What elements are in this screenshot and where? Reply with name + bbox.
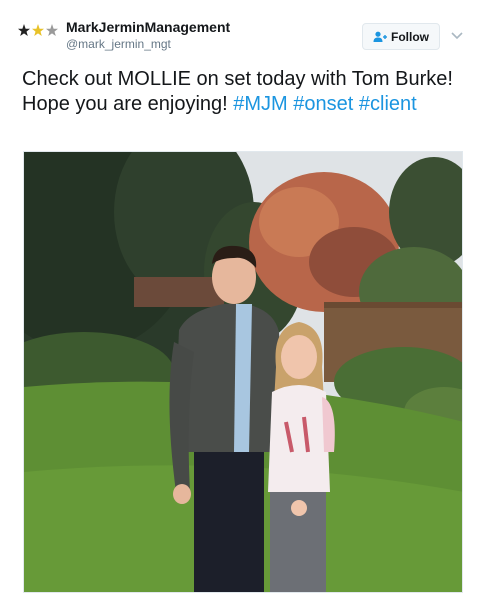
account-display-name[interactable]: MarkJerminManagement bbox=[66, 19, 230, 35]
garden-photo-illustration bbox=[24, 152, 462, 592]
account-handle[interactable]: @mark_jermin_mgt bbox=[66, 37, 171, 51]
three-stars-logo-icon[interactable] bbox=[18, 22, 62, 40]
follow-button[interactable]: Follow bbox=[362, 23, 440, 50]
chevron-down-icon[interactable] bbox=[450, 28, 464, 42]
tweet-text: Check out MOLLIE on set today with Tom B… bbox=[22, 67, 462, 117]
add-user-icon bbox=[373, 31, 387, 42]
hashtag-onset[interactable]: #onset bbox=[293, 93, 353, 115]
follow-button-label: Follow bbox=[391, 29, 429, 44]
hashtag-mjm[interactable]: #MJM bbox=[233, 93, 287, 115]
tweet-photo[interactable] bbox=[23, 151, 463, 593]
hashtag-client[interactable]: #client bbox=[359, 93, 417, 115]
tweet-header: MarkJerminManagement @mark_jermin_mgt Fo… bbox=[0, 0, 480, 60]
